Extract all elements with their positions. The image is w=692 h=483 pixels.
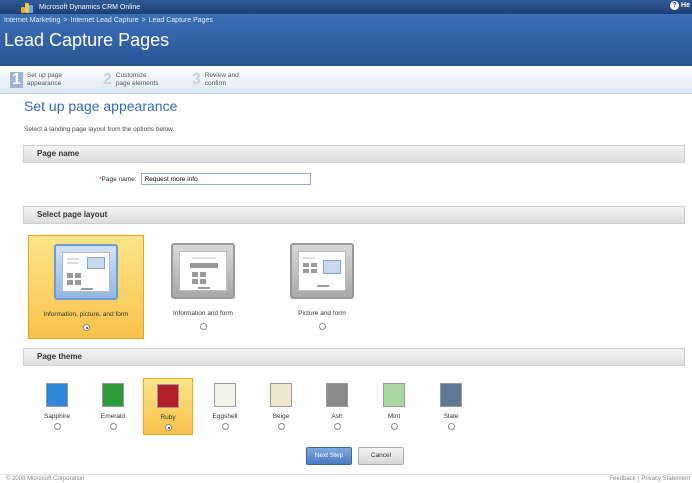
- theme-label: Emerald: [100, 413, 126, 420]
- theme-radio[interactable]: [222, 423, 229, 430]
- theme-swatch: [440, 383, 462, 407]
- layout-info-picture-form-icon: [54, 244, 118, 300]
- theme-mint[interactable]: Mint: [369, 378, 419, 435]
- layout-option-info-form[interactable]: Information and form: [145, 235, 261, 339]
- page-name-row: * Page name:: [99, 173, 311, 185]
- step-number: 2: [102, 70, 112, 88]
- step-3: 3 Review and confirm: [191, 70, 251, 88]
- footer-links: Feedback | Privacy Statement: [609, 476, 690, 482]
- breadcrumb-separator: >: [141, 17, 146, 24]
- layout-option-picture-form[interactable]: Picture and form: [264, 235, 380, 339]
- theme-swatch: [326, 383, 348, 407]
- page-name-label: Page name:: [101, 175, 137, 183]
- theme-radio[interactable]: [448, 423, 455, 430]
- theme-eggshell[interactable]: Eggshell: [200, 378, 250, 435]
- layout-radio[interactable]: [319, 323, 326, 330]
- breadcrumb-lead-capture-pages[interactable]: Lead Capture Pages: [149, 17, 213, 24]
- step-label: Review and confirm: [204, 71, 239, 87]
- theme-label: Eggshell: [212, 413, 238, 420]
- footer: © 2008 Microsoft Corporation Feedback | …: [0, 474, 692, 483]
- layout-radio[interactable]: [83, 324, 90, 331]
- theme-sapphire[interactable]: Sapphire: [32, 378, 82, 435]
- layout-section-header: Select page layout: [23, 206, 685, 224]
- layout-radio[interactable]: [200, 323, 207, 330]
- layout-option-info-picture-form[interactable]: Information, picture, and form: [28, 235, 144, 339]
- step-number: 1: [10, 70, 23, 88]
- instructions-text: Select a landing page layout from the op…: [24, 126, 175, 133]
- theme-label: Slate: [443, 413, 459, 420]
- breadcrumb-separator: >: [63, 17, 68, 24]
- step-2: 2 Customize page elements: [102, 70, 162, 88]
- theme-label: Ash: [331, 413, 343, 420]
- footer-separator: |: [637, 476, 640, 482]
- help-label: He: [681, 2, 690, 9]
- section-title: Set up page appearance: [24, 98, 178, 114]
- theme-swatch: [102, 383, 124, 407]
- theme-swatch: [214, 383, 236, 407]
- help-icon: ?: [670, 1, 680, 10]
- theme-ash[interactable]: Ash: [312, 378, 362, 435]
- page-name-input[interactable]: [140, 173, 311, 185]
- theme-radio[interactable]: [278, 423, 285, 430]
- copyright-text: © 2008 Microsoft Corporation: [6, 476, 85, 482]
- help-button[interactable]: ? He: [670, 1, 690, 10]
- theme-swatch: [46, 383, 68, 407]
- theme-beige[interactable]: Beige: [256, 378, 306, 435]
- breadcrumb-internet-lead-capture[interactable]: Internet Lead Capture: [71, 17, 139, 24]
- theme-ruby[interactable]: Ruby: [143, 378, 193, 435]
- theme-radio[interactable]: [391, 423, 398, 430]
- page-name-section-header: Page name: [23, 145, 685, 163]
- layout-label: Information and form: [173, 310, 233, 317]
- layout-picture-form-icon: [290, 243, 354, 299]
- theme-radio[interactable]: [165, 424, 172, 431]
- step-label: Set up page appearance: [26, 71, 62, 87]
- wizard-steps: 1 Set up page appearance 2 Customize pag…: [0, 66, 692, 94]
- cancel-button[interactable]: Cancel: [358, 447, 404, 465]
- step-number: 3: [191, 70, 201, 88]
- theme-swatch: [157, 384, 179, 408]
- step-label: Customize page elements: [115, 71, 159, 87]
- theme-slate[interactable]: Slate: [426, 378, 476, 435]
- theme-label: Ruby: [160, 414, 176, 421]
- next-step-button[interactable]: Next Step: [306, 447, 352, 465]
- dynamics-logo-icon: [21, 2, 35, 13]
- breadcrumb-internet-marketing[interactable]: Internet Marketing: [4, 17, 60, 24]
- page-title: Lead Capture Pages: [4, 30, 170, 50]
- theme-emerald[interactable]: Emerald: [88, 378, 138, 435]
- layout-info-form-icon: [171, 243, 235, 299]
- layout-label: Picture and form: [298, 310, 346, 317]
- feedback-link[interactable]: Feedback: [609, 476, 635, 482]
- breadcrumb: Internet Marketing > Internet Lead Captu…: [4, 17, 213, 24]
- theme-swatch: [270, 383, 292, 407]
- page-header: Internet Marketing > Internet Lead Captu…: [0, 14, 692, 66]
- theme-label: Sapphire: [43, 413, 71, 420]
- step-1: 1 Set up page appearance: [10, 70, 73, 88]
- app-title: Microsoft Dynamics CRM Online: [39, 3, 141, 11]
- theme-section-header: Page theme: [23, 348, 685, 366]
- theme-label: Mint: [387, 413, 401, 420]
- theme-radio[interactable]: [110, 423, 117, 430]
- theme-radio[interactable]: [54, 423, 61, 430]
- title-bar: Microsoft Dynamics CRM Online ? He: [0, 0, 692, 14]
- theme-radio[interactable]: [334, 423, 341, 430]
- layout-label: Information, picture, and form: [43, 311, 129, 318]
- theme-swatch: [383, 383, 405, 407]
- privacy-statement-link[interactable]: Privacy Statement: [641, 476, 690, 482]
- theme-label: Beige: [272, 413, 290, 420]
